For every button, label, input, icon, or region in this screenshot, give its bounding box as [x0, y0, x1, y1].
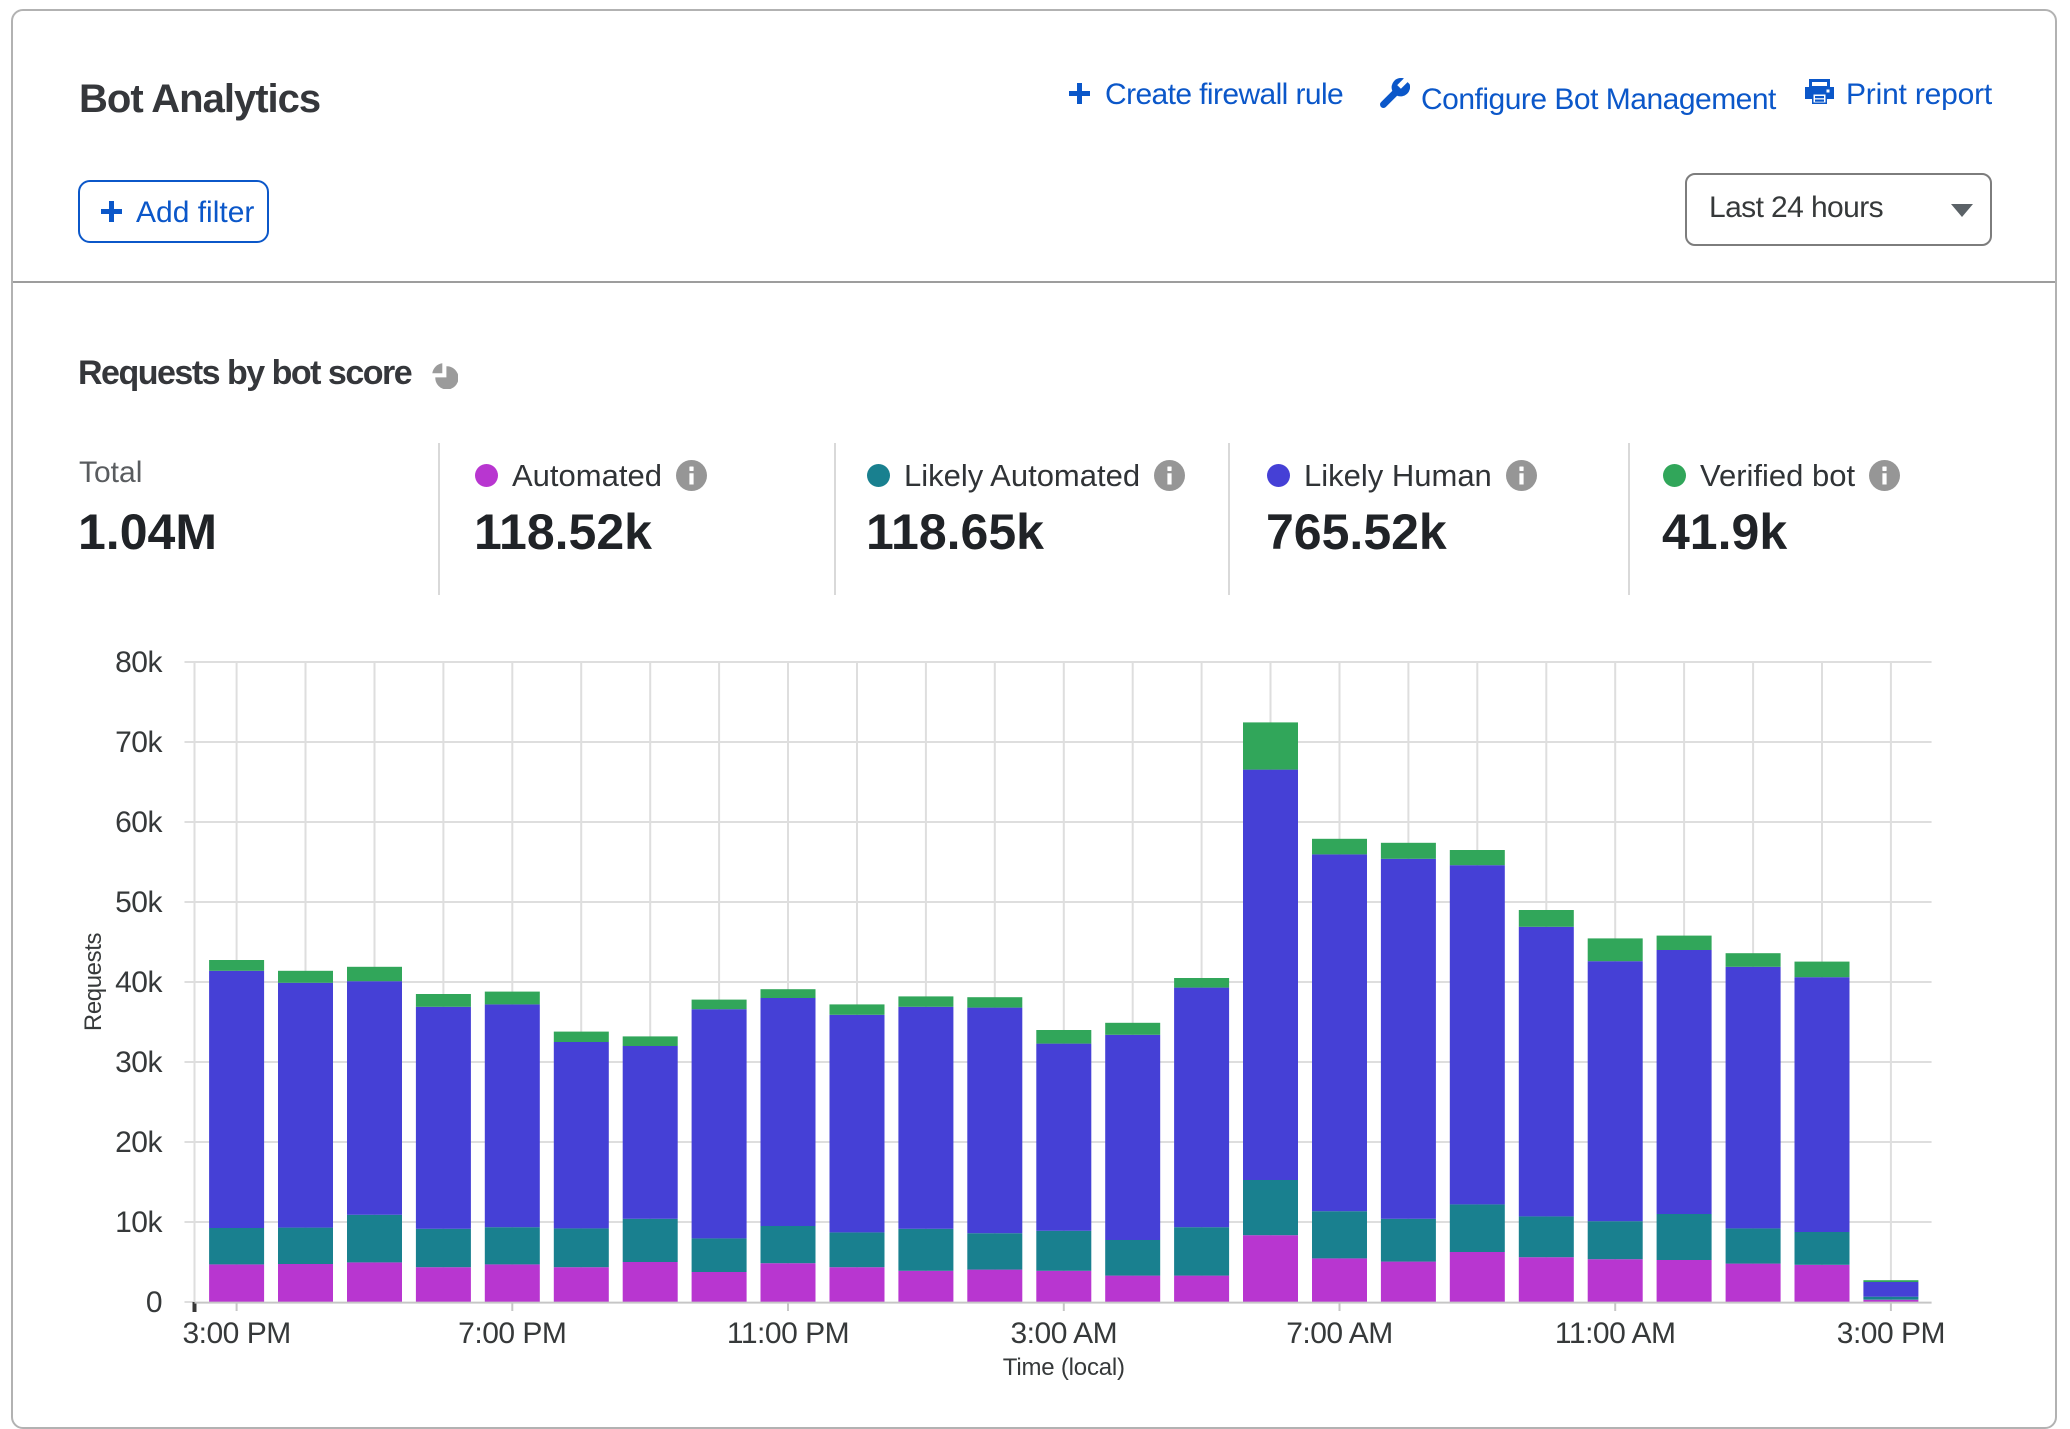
svg-text:7:00 PM: 7:00 PM: [458, 1317, 566, 1350]
svg-text:Time (local): Time (local): [1003, 1354, 1125, 1381]
svg-text:3:00 PM: 3:00 PM: [182, 1317, 290, 1350]
svg-text:30k: 30k: [115, 1046, 163, 1079]
svg-text:3:00 AM: 3:00 AM: [1011, 1317, 1118, 1350]
svg-text:Requests: Requests: [80, 933, 107, 1032]
svg-text:0: 0: [146, 1286, 162, 1319]
svg-text:70k: 70k: [115, 726, 163, 759]
svg-text:60k: 60k: [115, 806, 163, 839]
svg-text:3:00 PM: 3:00 PM: [1837, 1317, 1945, 1350]
svg-text:20k: 20k: [115, 1126, 163, 1159]
svg-text:40k: 40k: [115, 966, 163, 999]
svg-text:80k: 80k: [115, 646, 163, 679]
svg-text:11:00 PM: 11:00 PM: [727, 1317, 849, 1350]
svg-text:11:00 AM: 11:00 AM: [1555, 1317, 1676, 1350]
svg-text:50k: 50k: [115, 886, 163, 919]
svg-text:7:00 AM: 7:00 AM: [1286, 1317, 1393, 1350]
svg-text:10k: 10k: [115, 1206, 163, 1239]
